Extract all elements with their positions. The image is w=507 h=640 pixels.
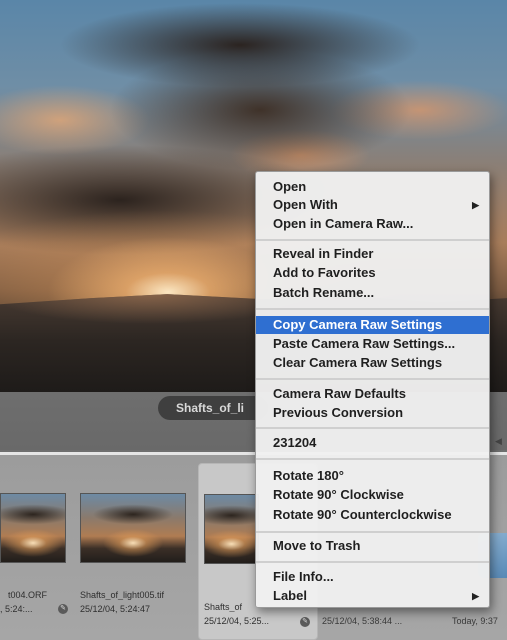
menu-separator: [256, 458, 489, 460]
thumbnail-image[interactable]: [0, 493, 66, 563]
menu-item-label: Open in Camera Raw...: [273, 216, 414, 231]
menu-item-rotate-90-counterclockwise[interactable]: Rotate 90° Counterclockwise: [256, 506, 489, 524]
menu-item-batch-rename[interactable]: Batch Rename...: [256, 284, 489, 302]
thumbnail-date: 25/12/04, 5:24:47: [80, 604, 151, 614]
menu-item-label: Label: [273, 588, 307, 603]
menu-item-copy-camera-raw-settings[interactable]: Copy Camera Raw Settings: [256, 316, 489, 334]
menu-separator: [256, 239, 489, 241]
menu-separator: [256, 427, 489, 429]
menu-item-label: Move to Trash: [273, 538, 361, 553]
context-menu: Open Open With ▶ Open in Camera Raw... Re…: [255, 171, 490, 608]
menu-item-231204[interactable]: 231204: [256, 434, 489, 452]
menu-item-label: Reveal in Finder: [273, 246, 374, 261]
menu-separator: [256, 308, 489, 310]
menu-item-reveal-in-finder[interactable]: Reveal in Finder: [256, 245, 489, 263]
menu-item-label: Batch Rename...: [273, 285, 375, 300]
menu-item-label-submenu[interactable]: Label ▶: [256, 587, 489, 605]
menu-item-label: Rotate 90° Clockwise: [273, 487, 404, 502]
menu-item-previous-conversion[interactable]: Previous Conversion: [256, 404, 489, 422]
menu-item-open-with[interactable]: Open With ▶: [256, 196, 489, 214]
menu-item-label: Open With: [273, 197, 338, 212]
thumbnail-cell[interactable]: Shafts_of_light005.tif 25/12/04, 5:24:47: [78, 463, 188, 640]
menu-item-label: Camera Raw Defaults: [273, 386, 406, 401]
menu-item-file-info[interactable]: File Info...: [256, 568, 489, 586]
menu-item-open[interactable]: Open: [256, 178, 489, 196]
menu-item-label: Rotate 90° Counterclockwise: [273, 507, 452, 522]
menu-item-rotate-180[interactable]: Rotate 180°: [256, 467, 489, 485]
menu-item-label: Previous Conversion: [273, 405, 404, 420]
menu-separator: [256, 378, 489, 380]
thumbnail-date: 25/12/04, 5:25...: [204, 616, 270, 626]
menu-item-label: Paste Camera Raw Settings...: [273, 336, 456, 351]
thumbnail-date: Today, 9:37: [452, 616, 498, 626]
menu-item-label: Copy Camera Raw Settings: [273, 317, 443, 332]
thumbnail-date: 25/12/04, 5:38:44 ...: [322, 616, 403, 626]
submenu-arrow-icon: ▶: [472, 200, 479, 210]
collapse-arrow-icon[interactable]: ◀: [495, 436, 505, 446]
thumbnail-filename: Shafts_of_light005.tif: [80, 590, 165, 600]
settings-badge-icon: ✎: [58, 604, 68, 614]
menu-item-label: Add to Favorites: [273, 265, 376, 280]
menu-item-label: File Info...: [273, 569, 334, 584]
preview-filename-label: Shafts_of_li: [158, 396, 268, 420]
menu-item-label: Open: [273, 179, 307, 194]
thumbnail-date: , 5:24:...: [0, 604, 33, 614]
menu-item-move-to-trash[interactable]: Move to Trash: [256, 537, 489, 555]
submenu-arrow-icon: ▶: [472, 591, 479, 601]
settings-badge-icon: ✎: [300, 617, 310, 627]
menu-item-label: Rotate 180°: [273, 468, 344, 483]
thumbnail-image[interactable]: [80, 493, 186, 563]
menu-item-add-to-favorites[interactable]: Add to Favorites: [256, 264, 489, 282]
menu-item-rotate-90-clockwise[interactable]: Rotate 90° Clockwise: [256, 486, 489, 504]
menu-item-open-in-camera-raw[interactable]: Open in Camera Raw...: [256, 215, 489, 233]
menu-item-clear-camera-raw-settings[interactable]: Clear Camera Raw Settings: [256, 354, 489, 372]
menu-separator: [256, 531, 489, 533]
menu-separator: [256, 561, 489, 563]
thumbnail-filename: t004.ORF: [8, 590, 48, 600]
menu-item-camera-raw-defaults[interactable]: Camera Raw Defaults: [256, 385, 489, 403]
thumbnail-cell[interactable]: t004.ORF , 5:24:... ✎: [0, 463, 70, 640]
menu-item-label: Clear Camera Raw Settings: [273, 355, 443, 370]
menu-item-label: 231204: [273, 435, 317, 450]
thumbnail-image[interactable]: [204, 494, 259, 564]
menu-item-paste-camera-raw-settings[interactable]: Paste Camera Raw Settings...: [256, 335, 489, 353]
